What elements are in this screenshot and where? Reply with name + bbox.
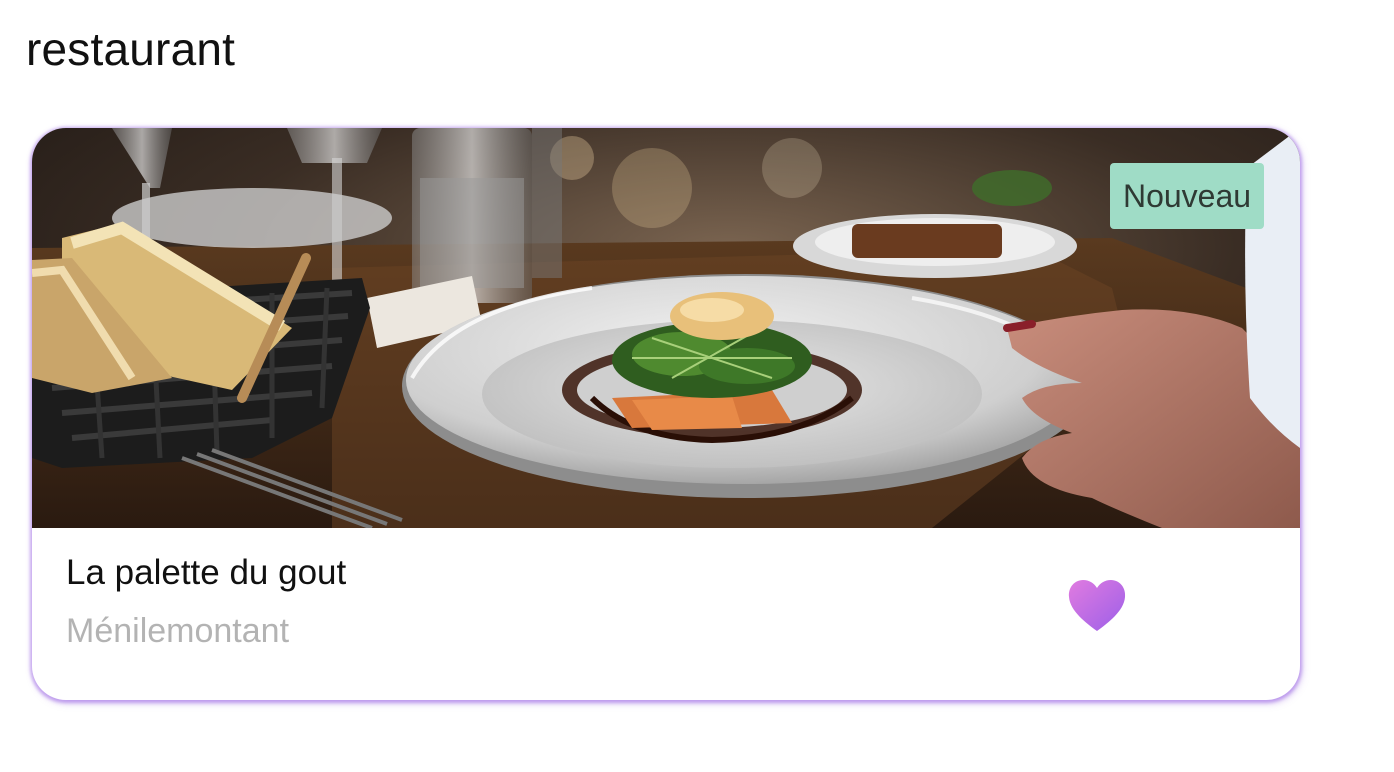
new-badge: Nouveau (1110, 163, 1264, 229)
restaurant-card[interactable]: Nouveau La palette du gout Ménilemontant (32, 128, 1300, 700)
restaurant-neighborhood: Ménilemontant (66, 612, 290, 650)
restaurant-name: La palette du gout (66, 553, 347, 592)
heart-icon[interactable] (1066, 577, 1128, 635)
page-title: restaurant (26, 23, 236, 75)
